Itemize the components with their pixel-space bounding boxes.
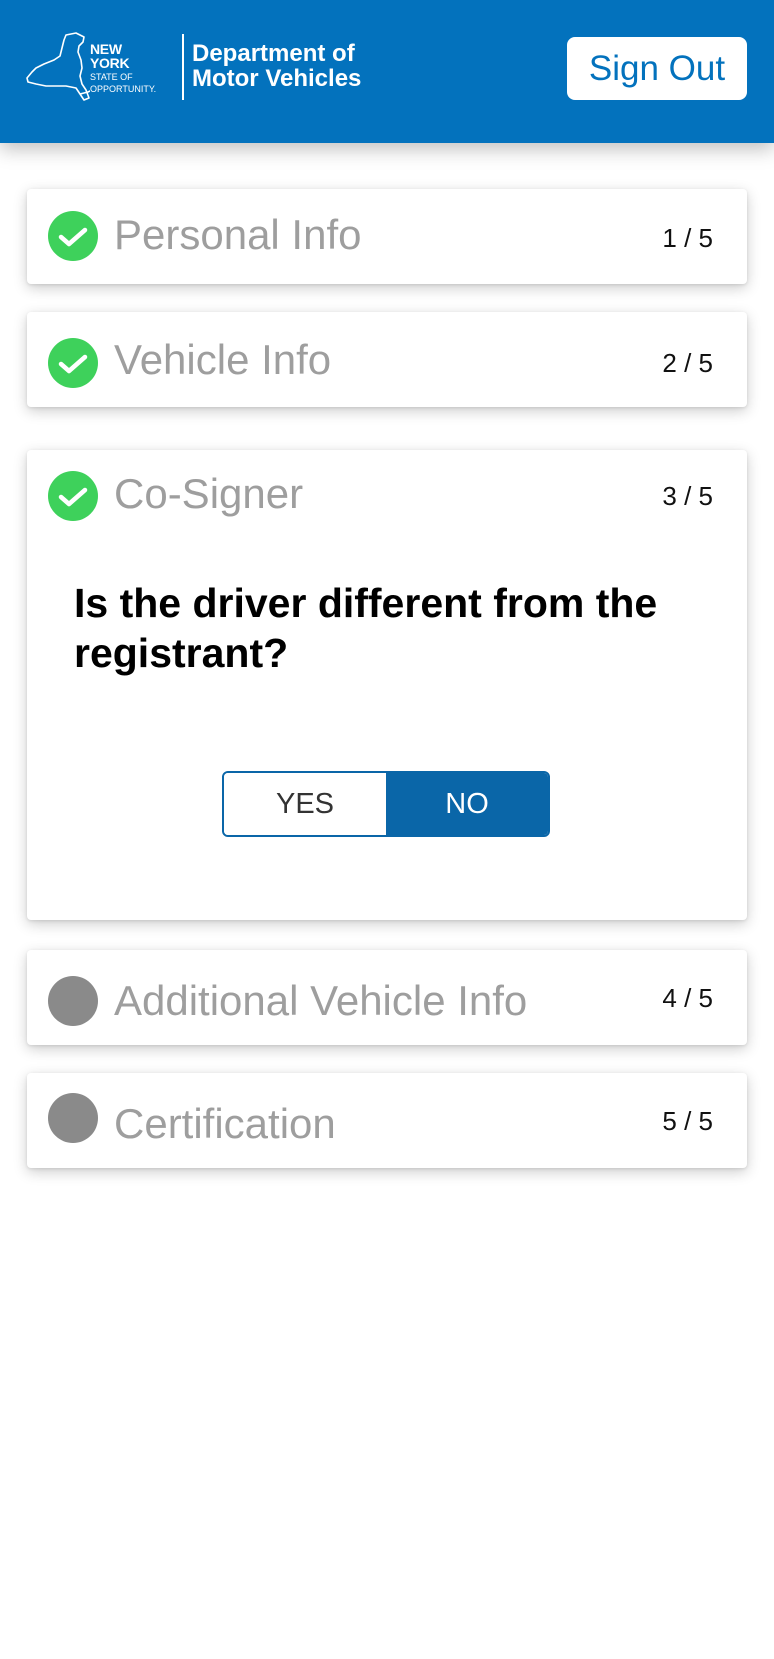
dmv-title-line-2: Motor Vehicles (192, 65, 362, 92)
step-additional-vehicle-info[interactable]: Additional Vehicle Info 4 / 5 (27, 950, 747, 1045)
step-counter: 3 / 5 (662, 481, 713, 511)
step-counter: 1 / 5 (662, 223, 713, 253)
step-co-signer: Co-Signer 3 / 5 Is the driver different … (27, 450, 747, 920)
step-counter: 2 / 5 (662, 348, 713, 378)
step-title: Additional Vehicle Info (114, 977, 528, 1024)
app-header: NEW YORK STATE OF OPPORTUNITY. Departmen… (0, 0, 774, 143)
pending-circle-icon (48, 1093, 98, 1143)
logo-divider (182, 34, 184, 100)
logo-state-name: NEW YORK (90, 41, 130, 71)
dmv-title-line-1: Department of (192, 40, 355, 67)
step-certification[interactable]: Certification 5 / 5 (27, 1073, 747, 1168)
step-vehicle-info[interactable]: Vehicle Info 2 / 5 (27, 312, 747, 407)
nys-wordmark: NEW YORK STATE OF OPPORTUNITY. (90, 42, 156, 94)
step-title: Personal Info (114, 211, 362, 258)
driver-question: Is the driver different from the registr… (74, 580, 658, 676)
logo-tagline-1: STATE OF (90, 72, 133, 82)
step-title: Vehicle Info (114, 336, 332, 383)
step-title: Co-Signer (114, 470, 304, 517)
yes-button[interactable]: YES (224, 773, 386, 835)
step-title: Certification (114, 1100, 336, 1147)
step-counter: 5 / 5 (662, 1106, 713, 1136)
logo-tagline-2: OPPORTUNITY. (90, 84, 157, 94)
check-circle-icon (48, 471, 98, 521)
pending-circle-icon (48, 976, 98, 1026)
yes-no-toggle: YES NO (222, 771, 550, 837)
step-personal-info[interactable]: Personal Info 1 / 5 (27, 189, 747, 284)
check-circle-icon (48, 211, 98, 261)
step-counter: 4 / 5 (662, 983, 713, 1013)
check-circle-icon (48, 338, 98, 388)
new-york-state-outline-icon (26, 32, 90, 101)
no-button[interactable]: NO (386, 773, 548, 835)
nys-dmv-logo: NEW YORK STATE OF OPPORTUNITY. Departmen… (26, 32, 361, 102)
sign-out-button[interactable]: Sign Out (567, 37, 747, 100)
dmv-title: Department of Motor Vehicles (192, 41, 361, 91)
